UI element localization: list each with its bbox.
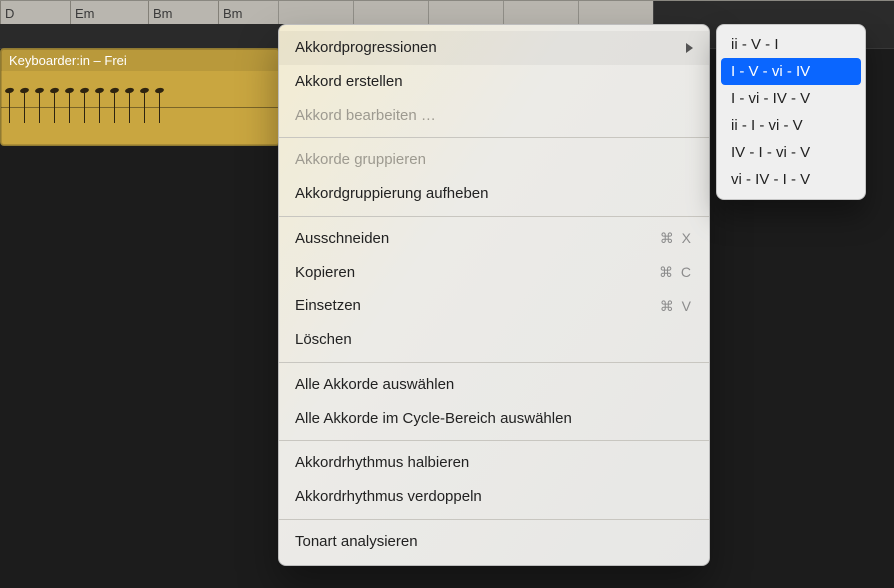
submenu-item[interactable]: I - V - vi - IV	[721, 58, 861, 85]
chord-label: Bm	[153, 6, 173, 21]
chord-label: Em	[75, 6, 95, 21]
menu-item-label: Akkordgruppierung aufheben	[295, 183, 488, 205]
menu-separator	[279, 519, 709, 520]
menu-item[interactable]: Einsetzen ⌘ V	[279, 289, 709, 323]
menu-item[interactable]: Akkordrhythmus halbieren	[279, 446, 709, 480]
chord-cell[interactable]: Bm	[148, 1, 218, 25]
region-title: Keyboarder:in – Frei	[1, 49, 279, 71]
ruler-tick	[428, 1, 503, 25]
region-notes	[1, 71, 279, 143]
menu-item-label: Alle Akkorde auswählen	[295, 374, 454, 396]
menu-item[interactable]: Akkordrhythmus verdoppeln	[279, 480, 709, 514]
chord-label: Bm	[223, 6, 243, 21]
chord-progressions-submenu: ii - V - II - V - vi - IVI - vi - IV - V…	[716, 24, 866, 200]
menu-item: Akkorde gruppieren	[279, 143, 709, 177]
menu-item[interactable]: Alle Akkorde auswählen	[279, 368, 709, 402]
chord-cell[interactable]: Em	[70, 1, 148, 25]
menu-separator	[279, 216, 709, 217]
chord-cell[interactable]: Bm	[218, 1, 278, 25]
menu-item-label: Akkord erstellen	[295, 71, 403, 93]
menu-separator	[279, 137, 709, 138]
menu-item[interactable]: Akkordprogressionen	[279, 31, 709, 65]
chord-ruler[interactable]: D Em Bm Bm	[0, 0, 894, 26]
submenu-item[interactable]: I - vi - IV - V	[717, 85, 865, 112]
chord-cell[interactable]: D	[0, 1, 70, 25]
menu-shortcut: ⌘ V	[660, 296, 693, 316]
submenu-item[interactable]: vi - IV - I - V	[717, 166, 865, 193]
menu-item-label: Tonart analysieren	[295, 531, 418, 553]
menu-item[interactable]: Kopieren ⌘ C	[279, 256, 709, 290]
menu-separator	[279, 362, 709, 363]
ruler-tick	[578, 1, 653, 25]
submenu-item[interactable]: ii - V - I	[717, 31, 865, 58]
menu-item-label: Alle Akkorde im Cycle-Bereich auswählen	[295, 408, 572, 430]
menu-item-label: Akkordrhythmus halbieren	[295, 452, 469, 474]
midi-region[interactable]: Keyboarder:in – Frei	[0, 48, 280, 146]
menu-item[interactable]: Löschen	[279, 323, 709, 357]
menu-item-label: Löschen	[295, 329, 352, 351]
menu-item-label: Akkordrhythmus verdoppeln	[295, 486, 482, 508]
ruler-tick	[503, 1, 578, 25]
menu-separator	[279, 440, 709, 441]
menu-item-label: Kopieren	[295, 262, 355, 284]
menu-item-label: Akkordprogressionen	[295, 37, 437, 59]
submenu-item[interactable]: ii - I - vi - V	[717, 112, 865, 139]
menu-item-label: Einsetzen	[295, 295, 361, 317]
menu-shortcut: ⌘ C	[659, 262, 693, 282]
ruler-tick	[278, 1, 353, 25]
menu-shortcut: ⌘ X	[660, 228, 693, 248]
chord-label: D	[5, 6, 14, 21]
submenu-item[interactable]: IV - I - vi - V	[717, 139, 865, 166]
menu-item: Akkord bearbeiten …	[279, 99, 709, 133]
menu-item-label: Akkorde gruppieren	[295, 149, 426, 171]
menu-item-label: Ausschneiden	[295, 228, 389, 250]
menu-item[interactable]: Akkordgruppierung aufheben	[279, 177, 709, 211]
menu-item[interactable]: Akkord erstellen	[279, 65, 709, 99]
menu-item-label: Akkord bearbeiten …	[295, 105, 436, 127]
ruler-dark-area	[653, 1, 894, 25]
context-menu: Akkordprogressionen Akkord erstellen Akkor…	[278, 24, 710, 566]
ruler-tick	[353, 1, 428, 25]
menu-item[interactable]: Ausschneiden ⌘ X	[279, 222, 709, 256]
menu-item[interactable]: Tonart analysieren	[279, 525, 709, 559]
menu-item[interactable]: Alle Akkorde im Cycle-Bereich auswählen	[279, 402, 709, 436]
